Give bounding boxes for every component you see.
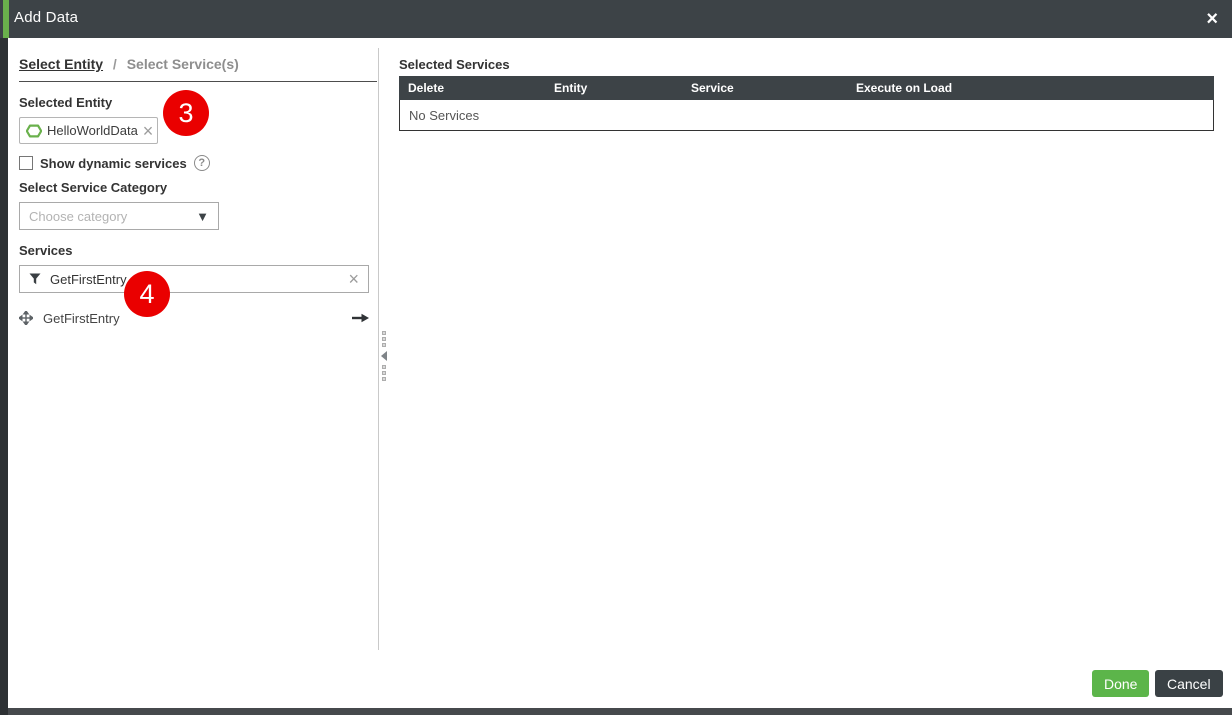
breadcrumb-separator: / <box>113 56 117 72</box>
breadcrumb: Select Entity / Select Service(s) <box>19 56 239 72</box>
background-page-bottom-sliver <box>8 708 1232 715</box>
green-accent-bar <box>3 0 9 38</box>
services-filter-value: GetFirstEntry <box>50 272 339 287</box>
table-empty-row: No Services <box>399 100 1214 131</box>
service-list-item[interactable]: GetFirstEntry <box>19 306 369 330</box>
services-filter-input[interactable]: GetFirstEntry × <box>19 265 369 293</box>
add-data-dialog: Add Data × Select Entity / Select Servic… <box>0 0 1232 715</box>
services-label: Services <box>19 243 73 258</box>
grip-dot <box>382 343 386 347</box>
step-badge-4: 4 <box>124 271 170 317</box>
column-header-service: Service <box>691 81 856 95</box>
grip-dot <box>382 371 386 375</box>
add-service-arrow-icon[interactable] <box>352 313 369 323</box>
entity-hexagon-icon <box>26 123 42 139</box>
grip-dot <box>382 377 386 381</box>
column-header-execute-on-load: Execute on Load <box>856 81 1214 95</box>
close-icon[interactable]: × <box>1206 7 1218 31</box>
column-header-entity: Entity <box>554 81 691 95</box>
column-header-delete: Delete <box>399 81 554 95</box>
grip-dot <box>382 331 386 335</box>
service-category-label: Select Service Category <box>19 180 167 195</box>
entity-chip[interactable]: HelloWorldData × <box>19 117 158 144</box>
panel-divider <box>378 48 379 650</box>
table-header-row: Delete Entity Service Execute on Load <box>399 76 1214 100</box>
show-dynamic-services-label: Show dynamic services <box>40 156 187 171</box>
step-badge-3: 3 <box>163 90 209 136</box>
category-placeholder: Choose category <box>29 209 127 224</box>
background-page-left-sliver <box>0 0 8 715</box>
breadcrumb-step-select-services[interactable]: Select Service(s) <box>127 56 239 72</box>
filter-funnel-icon <box>29 273 41 285</box>
dialog-body: Select Entity / Select Service(s) Select… <box>8 38 1232 708</box>
done-button[interactable]: Done <box>1092 670 1149 697</box>
entity-remove-icon[interactable]: × <box>143 124 154 138</box>
grip-dot <box>382 365 386 369</box>
breadcrumb-divider <box>19 81 377 82</box>
drag-move-icon[interactable] <box>19 311 33 325</box>
selected-entity-label: Selected Entity <box>19 95 112 110</box>
show-dynamic-services-checkbox[interactable] <box>19 156 33 170</box>
selected-services-title: Selected Services <box>399 57 510 72</box>
splitter-drag-handle[interactable] <box>381 331 387 381</box>
entity-chip-label: HelloWorldData <box>47 123 138 138</box>
breadcrumb-step-select-entity[interactable]: Select Entity <box>19 56 103 72</box>
dialog-title: Add Data <box>14 9 78 26</box>
selected-services-table: Delete Entity Service Execute on Load No… <box>399 76 1214 131</box>
grip-dot <box>382 337 386 341</box>
cancel-button[interactable]: Cancel <box>1155 670 1223 697</box>
service-item-label: GetFirstEntry <box>43 311 342 326</box>
dialog-header: Add Data × <box>0 0 1232 38</box>
help-icon[interactable]: ? <box>194 155 210 171</box>
filter-clear-icon[interactable]: × <box>348 272 359 286</box>
category-dropdown[interactable]: Choose category ▼ <box>19 202 219 230</box>
chevron-down-icon: ▼ <box>196 209 209 224</box>
dynamic-services-row: Show dynamic services ? <box>19 155 210 171</box>
collapse-left-icon[interactable] <box>381 351 387 361</box>
